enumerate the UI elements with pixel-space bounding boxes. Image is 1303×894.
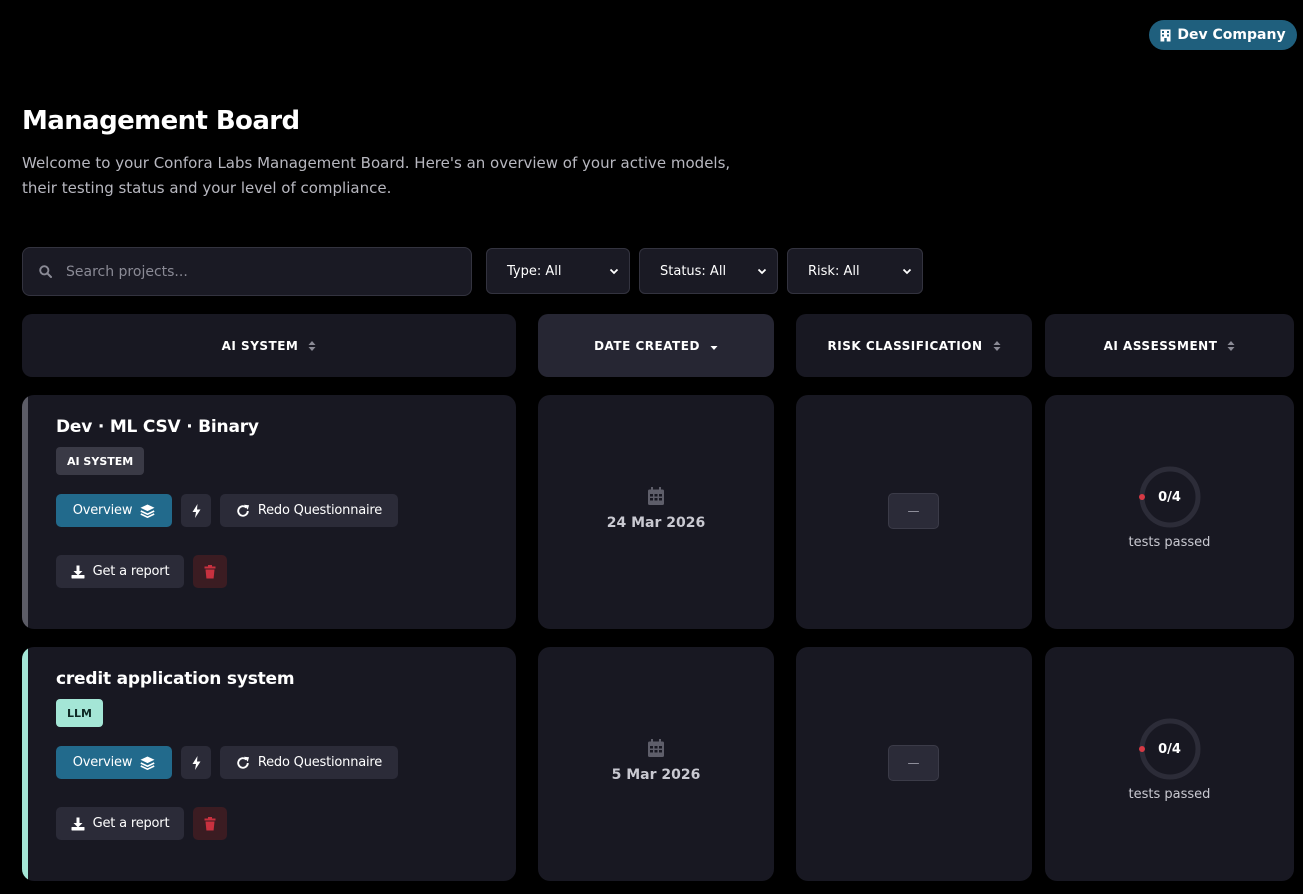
chevron-down-icon: [902, 268, 912, 274]
column-header-ai-system[interactable]: AI SYSTEM: [22, 314, 516, 377]
ai-system-card: credit application system LLM Overview R…: [22, 647, 516, 881]
sort-icon: [308, 340, 316, 351]
overview-label: Overview: [72, 503, 133, 518]
tests-score: 0/4: [1158, 741, 1181, 757]
chevron-down-icon: [609, 268, 619, 274]
tests-score: 0/4: [1158, 489, 1181, 505]
sort-icon: [1227, 340, 1235, 351]
risk-classification-cell: —: [796, 647, 1032, 881]
company-switcher-button[interactable]: Dev Company: [1149, 20, 1297, 50]
system-name: Dev · ML CSV · Binary: [56, 417, 259, 437]
trash-icon: [204, 816, 216, 830]
redo-questionnaire-label: Redo Questionnaire: [257, 755, 383, 770]
search-box[interactable]: [22, 247, 472, 296]
row-accent-bar: [22, 647, 28, 881]
calendar-icon: [648, 487, 664, 505]
column-header-label: AI SYSTEM: [221, 338, 299, 353]
redo-icon: [237, 756, 249, 769]
ai-assessment-cell: 0/4 tests passed: [1045, 647, 1294, 881]
date-created-cell: 24 Mar 2026: [538, 395, 774, 629]
column-header-ai-assessment[interactable]: AI ASSESSMENT: [1045, 314, 1294, 377]
lightning-bolt-icon: [192, 755, 200, 770]
page-title: Management Board: [22, 106, 300, 136]
system-type-badge: LLM: [56, 699, 103, 727]
redo-questionnaire-label: Redo Questionnaire: [257, 503, 383, 518]
company-label: Dev Company: [1177, 27, 1286, 43]
redo-icon: [237, 504, 249, 517]
delete-button[interactable]: [193, 807, 227, 840]
overview-button[interactable]: Overview: [56, 746, 172, 779]
download-icon: [71, 817, 85, 830]
risk-filter-select[interactable]: Risk: All: [787, 248, 923, 294]
risk-classification-cell: —: [796, 395, 1032, 629]
status-filter-select[interactable]: Status: All: [639, 248, 778, 294]
risk-filter-label: Risk: All: [808, 263, 860, 279]
ai-assessment-cell: 0/4 tests passed: [1045, 395, 1294, 629]
ai-system-card: Dev · ML CSV · Binary AI SYSTEM Overview: [22, 395, 516, 629]
quick-test-button[interactable]: [181, 494, 211, 527]
layers-icon: [140, 504, 155, 518]
tests-passed-label: tests passed: [1128, 535, 1211, 550]
risk-classification-badge: —: [888, 493, 939, 529]
lightning-bolt-icon: [192, 503, 200, 518]
tests-progress-ring: 0/4: [1138, 717, 1202, 781]
get-report-label: Get a report: [92, 816, 170, 831]
overview-label: Overview: [72, 755, 133, 770]
tests-passed-label: tests passed: [1128, 787, 1211, 802]
get-report-button[interactable]: Get a report: [56, 555, 184, 588]
system-type-badge: AI SYSTEM: [56, 447, 145, 475]
status-filter-label: Status: All: [660, 263, 727, 279]
download-icon: [71, 565, 85, 578]
column-header-risk-classification[interactable]: RISK CLASSIFICATION: [796, 314, 1032, 377]
sort-icon: [993, 340, 1000, 351]
overview-button[interactable]: Overview: [56, 494, 172, 527]
date-created-value: 5 Mar 2026: [611, 767, 701, 783]
redo-questionnaire-button[interactable]: Redo Questionnaire: [220, 494, 398, 527]
chevron-down-icon: [757, 268, 767, 274]
sort-descending-icon: [710, 345, 718, 350]
tests-progress-ring: 0/4: [1138, 465, 1202, 529]
row-accent-bar: [22, 395, 28, 629]
trash-icon: [204, 564, 216, 578]
get-report-label: Get a report: [92, 564, 170, 579]
management-board-page: Dev Company Management Board Welcome to …: [0, 0, 1303, 894]
column-header-label: DATE CREATED: [594, 338, 700, 353]
layers-icon: [140, 756, 155, 770]
calendar-icon: [648, 739, 664, 757]
search-input[interactable]: [66, 263, 446, 280]
risk-classification-badge: —: [888, 745, 939, 781]
date-created-cell: 5 Mar 2026: [538, 647, 774, 881]
get-report-button[interactable]: Get a report: [56, 807, 184, 840]
date-created-value: 24 Mar 2026: [606, 515, 706, 531]
redo-questionnaire-button[interactable]: Redo Questionnaire: [220, 746, 398, 779]
building-icon: [1160, 29, 1171, 42]
delete-button[interactable]: [193, 555, 227, 588]
type-filter-label: Type: All: [507, 263, 562, 279]
column-header-date-created[interactable]: DATE CREATED: [538, 314, 774, 377]
quick-test-button[interactable]: [181, 746, 211, 779]
search-icon: [39, 265, 52, 278]
column-header-label: RISK CLASSIFICATION: [827, 338, 983, 353]
system-name: credit application system: [56, 669, 295, 689]
type-filter-select[interactable]: Type: All: [486, 248, 630, 294]
page-subtitle: Welcome to your Confora Labs Management …: [22, 154, 731, 197]
column-header-label: AI ASSESSMENT: [1103, 338, 1218, 353]
